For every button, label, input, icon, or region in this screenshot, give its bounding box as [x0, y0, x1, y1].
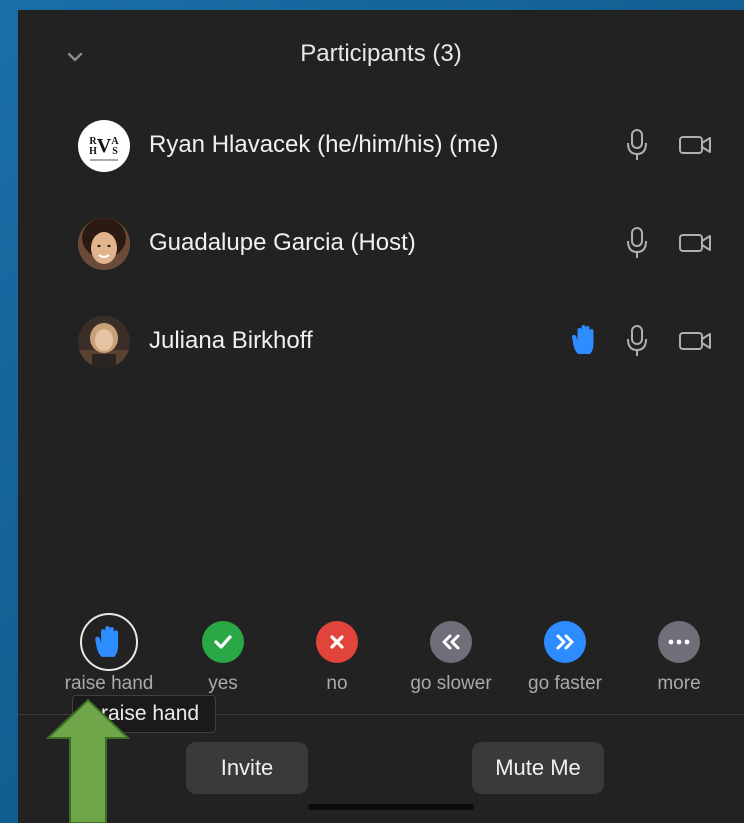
yes-button[interactable]: yes	[168, 610, 278, 695]
reaction-label: go faster	[528, 673, 602, 694]
microphone-icon	[627, 129, 647, 160]
raise-hand-icon	[95, 626, 119, 657]
microphone-icon	[627, 227, 647, 258]
video-button[interactable]	[678, 232, 712, 259]
more-icon	[668, 639, 690, 645]
check-icon	[214, 635, 232, 649]
panel-title: Participants (3)	[300, 40, 462, 67]
avatar	[78, 316, 130, 368]
mic-button[interactable]	[626, 128, 648, 167]
participant-name: Ryan Hlavacek (he/him/his) (me)	[149, 131, 499, 158]
mic-button[interactable]	[626, 324, 648, 363]
raised-hand-indicator	[570, 324, 600, 361]
reaction-label: go slower	[410, 673, 492, 694]
fast-forward-icon	[556, 634, 574, 650]
invite-button[interactable]: Invite	[186, 742, 308, 794]
video-camera-icon	[679, 234, 711, 252]
reaction-label: no	[326, 673, 348, 694]
avatar	[78, 218, 130, 270]
reaction-label: more	[657, 673, 701, 694]
participant-row-ryan[interactable]: V R H A S Ryan Hlavacek (he/him/his) (me…	[18, 106, 744, 186]
reaction-label: raise hand	[64, 673, 154, 694]
microphone-icon	[627, 325, 647, 356]
participant-row-guadalupe[interactable]: Guadalupe Garcia (Host)	[18, 204, 744, 284]
participant-row-juliana[interactable]: Juliana Birkhoff	[18, 302, 744, 382]
raise-hand-icon	[572, 325, 594, 354]
mute-me-button[interactable]: Mute Me	[472, 742, 604, 794]
rewind-icon	[442, 634, 460, 650]
go-faster-button[interactable]: go faster	[510, 610, 620, 695]
video-button[interactable]	[678, 330, 712, 357]
go-slower-button[interactable]: go slower	[396, 610, 506, 695]
video-camera-icon	[679, 136, 711, 154]
svg-text:H: H	[89, 146, 97, 157]
participant-name: Juliana Birkhoff	[149, 327, 313, 354]
reaction-label: yes	[208, 673, 238, 694]
video-button[interactable]	[678, 134, 712, 161]
raise-hand-circle	[80, 613, 138, 671]
annotation-arrow-up-icon	[46, 698, 130, 823]
more-button[interactable]: more	[624, 610, 734, 695]
no-button[interactable]: no	[282, 610, 392, 695]
participant-name: Guadalupe Garcia (Host)	[149, 229, 416, 256]
panel-header: Participants (3)	[18, 10, 744, 100]
x-icon	[330, 635, 344, 649]
avatar: V R H A S	[78, 120, 130, 172]
home-indicator	[308, 804, 474, 810]
raise-hand-button[interactable]: raise hand	[54, 610, 164, 695]
video-camera-icon	[679, 332, 711, 350]
svg-text:S: S	[112, 146, 118, 157]
mic-button[interactable]	[626, 226, 648, 265]
avatar-logo-text: V	[97, 135, 112, 157]
